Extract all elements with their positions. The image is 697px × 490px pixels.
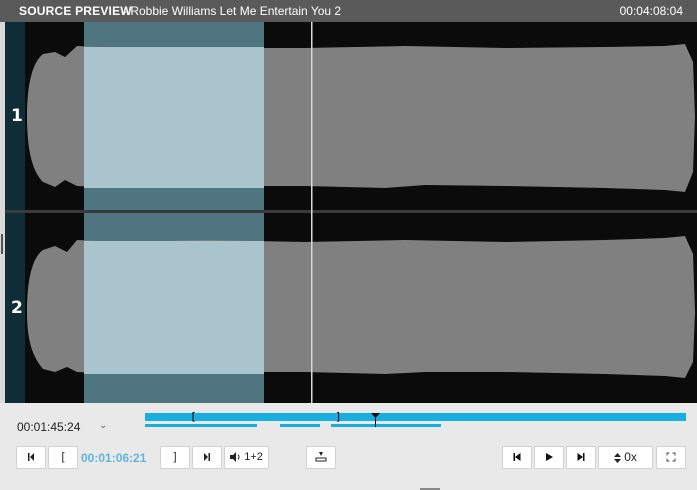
track-title: - Robbie Williams Let Me Entertain You 2 [123,4,342,18]
audio-channels-button[interactable]: 1+2 [224,446,269,469]
in-point-time: 00:01:06:21 [81,451,147,465]
go-to-out-icon [204,453,210,462]
speed-arrows-icon [614,453,622,464]
go-to-out-button[interactable] [192,446,222,469]
fullscreen-button[interactable] [656,446,686,469]
audio-channels-label: 1+2 [244,451,263,463]
fullscreen-icon [666,452,676,462]
timeline-overview-segment [331,424,441,427]
transport-panel: 00:01:45:24 ⌄ [ ] [ 00:01:06:21 ] 1+2 0x [0,403,697,490]
playback-speed-button[interactable]: 0x [598,446,653,469]
speaker-icon [230,452,240,463]
timeline-out-marker[interactable]: ] [335,411,342,422]
waveform-canvas[interactable] [5,22,697,403]
set-out-icon: ] [173,451,177,463]
resize-handle[interactable] [1,234,3,254]
playhead-line[interactable] [311,22,313,403]
set-in-button[interactable]: [ [48,446,78,469]
insert-button[interactable] [306,446,336,469]
channel-1-label: 1 [11,106,23,126]
previous-button[interactable] [502,446,532,469]
title-bar: SOURCE PREVIEW - Robbie Williams Let Me … [0,0,697,22]
playback-speed-label: 0x [624,450,637,464]
waveform-view[interactable]: 1 2 [5,22,697,403]
go-to-in-button[interactable] [16,446,46,469]
set-in-icon: [ [61,451,65,463]
channel-divider [5,210,697,213]
total-duration: 00:04:08:04 [619,4,683,18]
timeline-overview-segment [145,424,257,427]
next-icon [577,453,585,462]
set-out-button[interactable]: ] [160,446,190,469]
timeline-scrubber[interactable]: [ ] [145,411,686,427]
dropdown-chevron-icon[interactable]: ⌄ [99,420,107,431]
play-button[interactable] [534,446,564,469]
timeline-bar[interactable] [145,413,686,421]
next-button[interactable] [566,446,596,469]
section-title: SOURCE PREVIEW [19,4,132,18]
timeline-overview-segment [280,424,320,427]
insert-icon [315,452,327,462]
previous-icon [513,453,521,462]
playhead-marker-icon[interactable] [371,413,380,427]
current-time: 00:01:45:24 [17,420,81,434]
timeline-in-marker[interactable]: [ [190,411,197,422]
go-to-in-icon [28,453,34,462]
channel-2-selected-waveform [84,241,264,374]
channel-2-label: 2 [11,298,23,318]
channel-1-selected-waveform [84,47,264,188]
play-icon [546,453,553,462]
